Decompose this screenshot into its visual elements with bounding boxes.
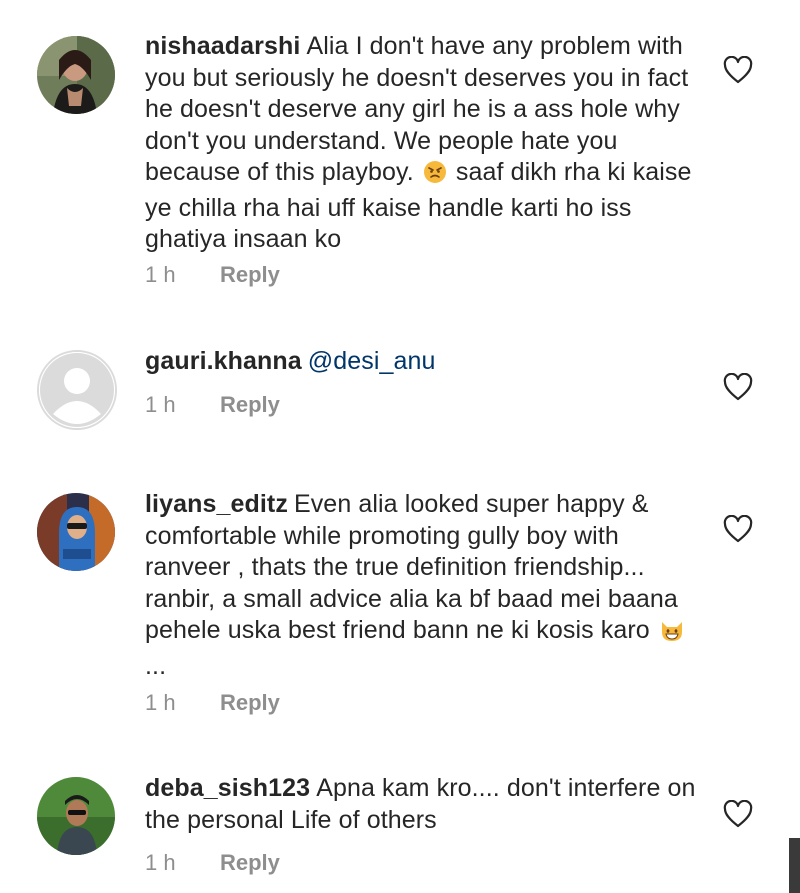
- reply-button[interactable]: Reply: [220, 262, 280, 288]
- comment-text: liyans_editz Even alia looked super happy…: [145, 489, 700, 682]
- comment-meta: 1 h Reply: [145, 690, 280, 716]
- reply-button[interactable]: Reply: [220, 690, 280, 716]
- heart-outline-icon[interactable]: [723, 799, 753, 828]
- comment-timestamp: 1 h: [145, 850, 176, 875]
- reply-button[interactable]: Reply: [220, 850, 280, 876]
- heart-outline-icon[interactable]: [723, 55, 753, 84]
- comment-timestamp: 1 h: [145, 690, 176, 715]
- reply-button[interactable]: Reply: [220, 392, 280, 418]
- comment-timestamp: 1 h: [145, 262, 176, 287]
- comment-meta: 1 h Reply: [145, 850, 280, 876]
- avatar-photo: [37, 493, 115, 571]
- comment-username[interactable]: liyans_editz: [145, 490, 288, 518]
- comment-text: deba_sish123 Apna kam kro.... don't inter…: [145, 773, 700, 836]
- avatar-photo: [37, 777, 115, 855]
- comment-username[interactable]: deba_sish123: [145, 774, 310, 802]
- person-silhouette-icon: [39, 352, 115, 428]
- avatar[interactable]: [37, 493, 115, 571]
- avatar[interactable]: [37, 36, 115, 114]
- comment-body-continued: ...: [145, 651, 167, 680]
- mention-link[interactable]: @desi_anu: [308, 347, 436, 375]
- comment-text: gauri.khanna @desi_anu: [145, 346, 700, 378]
- avatar[interactable]: [37, 777, 115, 855]
- comment-meta: 1 h Reply: [145, 392, 280, 418]
- comment-username[interactable]: nishaadarshi: [145, 32, 300, 60]
- comment-text: nishaadarshi Alia I don't have any proble…: [145, 31, 700, 256]
- avatar[interactable]: [37, 350, 117, 430]
- comment-meta: 1 h Reply: [145, 262, 280, 288]
- heart-outline-icon[interactable]: [723, 514, 753, 543]
- grinning-cat-face-emoji-icon: [659, 618, 685, 651]
- angry-face-emoji-icon: [423, 160, 447, 193]
- heart-outline-icon[interactable]: [723, 372, 753, 401]
- comment-username[interactable]: gauri.khanna: [145, 347, 302, 375]
- avatar-photo: [37, 36, 115, 114]
- comment-timestamp: 1 h: [145, 392, 176, 417]
- scrollbar-thumb[interactable]: [789, 838, 800, 893]
